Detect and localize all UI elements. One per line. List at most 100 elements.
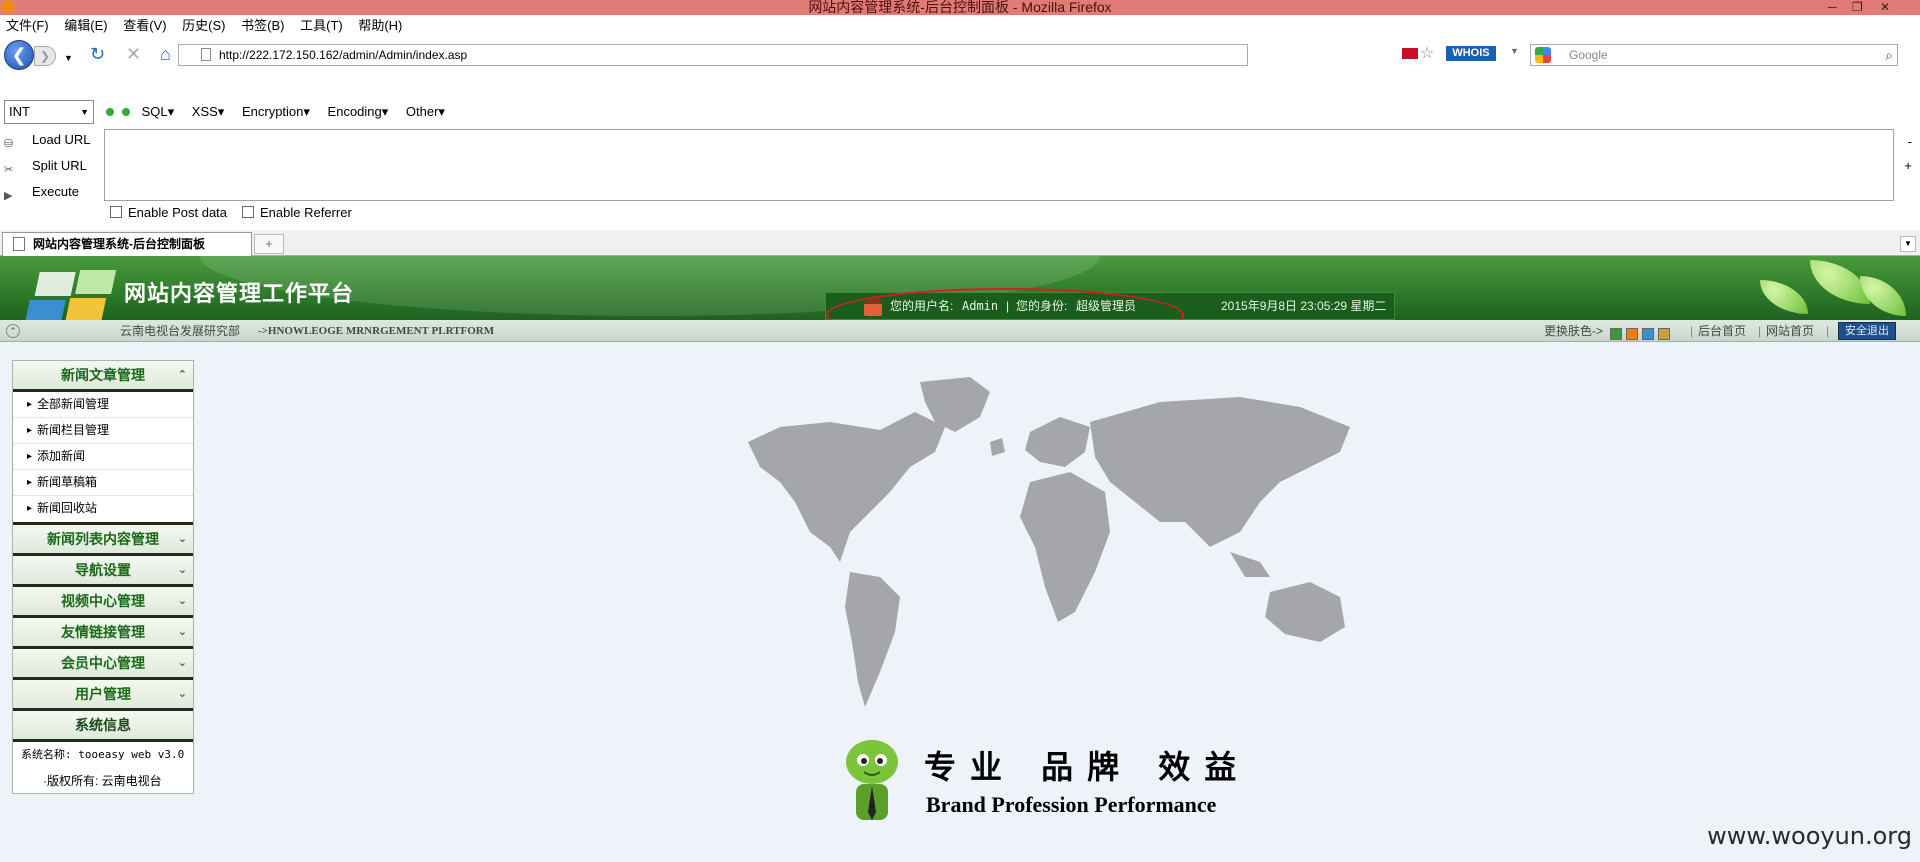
tagline: ->HNOWLEOGE MRNRGEMENT PLRTFORM xyxy=(258,325,495,337)
sidebar-section-video[interactable]: 视频中心管理 ⌄ xyxy=(13,587,193,618)
menu-history[interactable]: 历史(S) xyxy=(182,15,225,36)
sidebar-section-links[interactable]: 友情链接管理 ⌄ xyxy=(13,618,193,649)
menu-help[interactable]: 帮助(H) xyxy=(358,15,402,36)
skin-blue-button[interactable] xyxy=(1642,328,1654,340)
new-tab-button[interactable]: + xyxy=(254,234,284,254)
watermark: www.wooyun.org xyxy=(1707,822,1912,850)
sidebar-item-all-news[interactable]: 全部新闻管理 xyxy=(13,392,193,418)
logout-button[interactable]: 安全退出 xyxy=(1838,322,1896,340)
maximize-icon[interactable]: ❐ xyxy=(1852,0,1863,15)
scissors-icon: ✂ xyxy=(4,163,14,176)
encryption-menu[interactable]: Encryption▾ xyxy=(242,104,310,119)
hackbar-menu: SQL▾ XSS▾ Encryption▾ Encoding▾ Other▾ xyxy=(106,100,459,124)
execute-label: Execute xyxy=(32,184,79,199)
forward-button[interactable]: ❯ xyxy=(34,46,56,66)
sidebar-section-sysinfo: 系统信息 xyxy=(13,711,193,742)
chevron-down-icon: ⌄ xyxy=(177,595,187,607)
search-icon[interactable]: ⌕ xyxy=(1885,45,1893,65)
stop-icon[interactable]: ✕ xyxy=(126,44,141,64)
google-icon[interactable] xyxy=(1535,47,1551,63)
home-icon[interactable]: ⌂ xyxy=(160,44,171,64)
load-url-label: Load URL xyxy=(32,132,91,147)
section-label: 系统信息 xyxy=(75,717,131,733)
page-icon xyxy=(201,48,211,61)
enable-post-checkbox[interactable]: Enable Post data xyxy=(110,205,227,221)
chevron-down-icon: ▼ xyxy=(80,107,89,117)
firefox-icon xyxy=(1,0,15,14)
sidebar-section-news[interactable]: 新闻文章管理 ⌃ xyxy=(13,361,193,392)
minus-icon[interactable] xyxy=(106,108,114,116)
section-label: 导航设置 xyxy=(75,562,131,578)
section-label: 会员中心管理 xyxy=(61,655,145,671)
skin-orange-button[interactable] xyxy=(1626,328,1638,340)
back-button[interactable]: ❮ xyxy=(4,40,34,70)
collapse-icon[interactable]: ⌃ xyxy=(6,324,20,338)
menu-bookmarks[interactable]: 书签(B) xyxy=(241,15,284,36)
sidebar-section-navigation[interactable]: 导航设置 ⌄ xyxy=(13,556,193,587)
whois-button[interactable]: WHOIS xyxy=(1446,46,1496,61)
sidebar-item-news-columns[interactable]: 新闻栏目管理 xyxy=(13,418,193,444)
menu-file[interactable]: 文件(F) xyxy=(6,15,49,36)
sql-menu[interactable]: SQL▾ xyxy=(142,104,175,119)
tab-title: 网站内容管理系统-后台控制面板 xyxy=(33,237,205,251)
bookmark-star-icon[interactable]: ☆ xyxy=(1420,43,1434,63)
mascot-image xyxy=(846,740,898,820)
site-home-link[interactable]: 网站首页 xyxy=(1766,320,1814,342)
navigation-toolbar: ❮ ❯ ▼ ↻ ✕ ⌂ http://222.172.150.162/admin… xyxy=(0,36,1920,74)
url-text: http://222.172.150.162/admin/Admin/index… xyxy=(219,48,468,62)
system-name: 系统名称: tooeasy web v3.0 xyxy=(21,748,185,761)
int-select-value: INT xyxy=(9,104,30,119)
chevron-down-icon: ⌄ xyxy=(177,626,187,638)
plus-icon[interactable] xyxy=(122,108,130,116)
menu-tools[interactable]: 工具(T) xyxy=(300,15,343,36)
hackbar-url-textarea[interactable] xyxy=(104,129,1894,201)
sidebar: 新闻文章管理 ⌃ 全部新闻管理 新闻栏目管理 添加新闻 新闻草稿箱 新闻回收站 新… xyxy=(12,360,194,794)
skin-gold-button[interactable] xyxy=(1658,328,1670,340)
window-titlebar: 网站内容管理系统-后台控制面板 - Mozilla Firefox ─ ❐ ✕ xyxy=(0,0,1920,15)
menu-view[interactable]: 查看(V) xyxy=(123,15,166,36)
hackbar-minus-button[interactable]: - xyxy=(1908,134,1912,149)
menu-bar: 文件(F) 编辑(E) 查看(V) 历史(S) 书签(B) 工具(T) 帮助(H… xyxy=(0,15,1920,36)
close-icon[interactable]: ✕ xyxy=(1880,0,1890,15)
url-input[interactable]: http://222.172.150.162/admin/Admin/index… xyxy=(178,44,1248,66)
sidebar-section-members[interactable]: 会员中心管理 ⌄ xyxy=(13,649,193,680)
windows-logo xyxy=(22,270,120,320)
hackbar-plus-button[interactable]: + xyxy=(1904,158,1912,173)
chevron-down-icon: ⌄ xyxy=(177,657,187,669)
minimize-icon[interactable]: ─ xyxy=(1828,0,1837,15)
encoding-menu[interactable]: Encoding▾ xyxy=(328,104,389,119)
search-input[interactable]: Google ⌕ xyxy=(1530,44,1898,66)
split-url-button[interactable]: ✂ Split URL xyxy=(4,156,87,176)
enable-referrer-label: Enable Referrer xyxy=(260,205,352,220)
int-select[interactable]: INT ▼ xyxy=(4,100,94,124)
menu-edit[interactable]: 编辑(E) xyxy=(64,15,107,36)
sub-header-bar: ⌃ 云南电视台发展研究部 ->HNOWLEOGE MRNRGEMENT PLRT… xyxy=(0,320,1920,342)
sidebar-section-news-list[interactable]: 新闻列表内容管理 ⌄ xyxy=(13,525,193,556)
split-url-label: Split URL xyxy=(32,158,87,173)
enable-referrer-checkbox[interactable]: Enable Referrer xyxy=(242,205,352,221)
xss-menu[interactable]: XSS▾ xyxy=(192,104,225,119)
chevron-up-icon: ⌃ xyxy=(177,369,187,381)
tab-strip: 网站内容管理系统-后台控制面板 + ▼ xyxy=(0,230,1920,256)
whois-dropdown-icon[interactable]: ▼ xyxy=(1510,46,1519,56)
leaf-decoration xyxy=(1860,276,1906,316)
sidebar-item-drafts[interactable]: 新闻草稿箱 xyxy=(13,470,193,496)
search-placeholder: Google xyxy=(1569,48,1608,62)
org-name: 云南电视台发展研究部 xyxy=(120,324,241,338)
sidebar-section-users[interactable]: 用户管理 ⌄ xyxy=(13,680,193,711)
tab-admin-panel[interactable]: 网站内容管理系统-后台控制面板 xyxy=(2,232,252,256)
execute-button[interactable]: ▶ Execute xyxy=(4,182,79,202)
section-label: 新闻列表内容管理 xyxy=(47,531,159,547)
history-dropdown-icon[interactable]: ▼ xyxy=(64,48,73,68)
load-url-button[interactable]: ⛁ Load URL xyxy=(4,130,91,150)
reload-icon[interactable]: ↻ xyxy=(90,44,105,64)
sidebar-item-recycle-bin[interactable]: 新闻回收站 xyxy=(13,496,193,522)
copyright: ·版权所有: 云南电视台 xyxy=(43,774,162,788)
other-menu[interactable]: Other▾ xyxy=(406,104,445,119)
skin-green-button[interactable] xyxy=(1610,328,1622,340)
sidebar-item-add-news[interactable]: 添加新闻 xyxy=(13,444,193,470)
admin-home-link[interactable]: 后台首页 xyxy=(1698,320,1746,342)
main-content: 新闻文章管理 ⌃ 全部新闻管理 新闻栏目管理 添加新闻 新闻草稿箱 新闻回收站 新… xyxy=(0,342,1920,862)
tab-list-dropdown-icon[interactable]: ▼ xyxy=(1900,236,1916,252)
skin-label: 更换肤色-> xyxy=(1544,324,1604,338)
